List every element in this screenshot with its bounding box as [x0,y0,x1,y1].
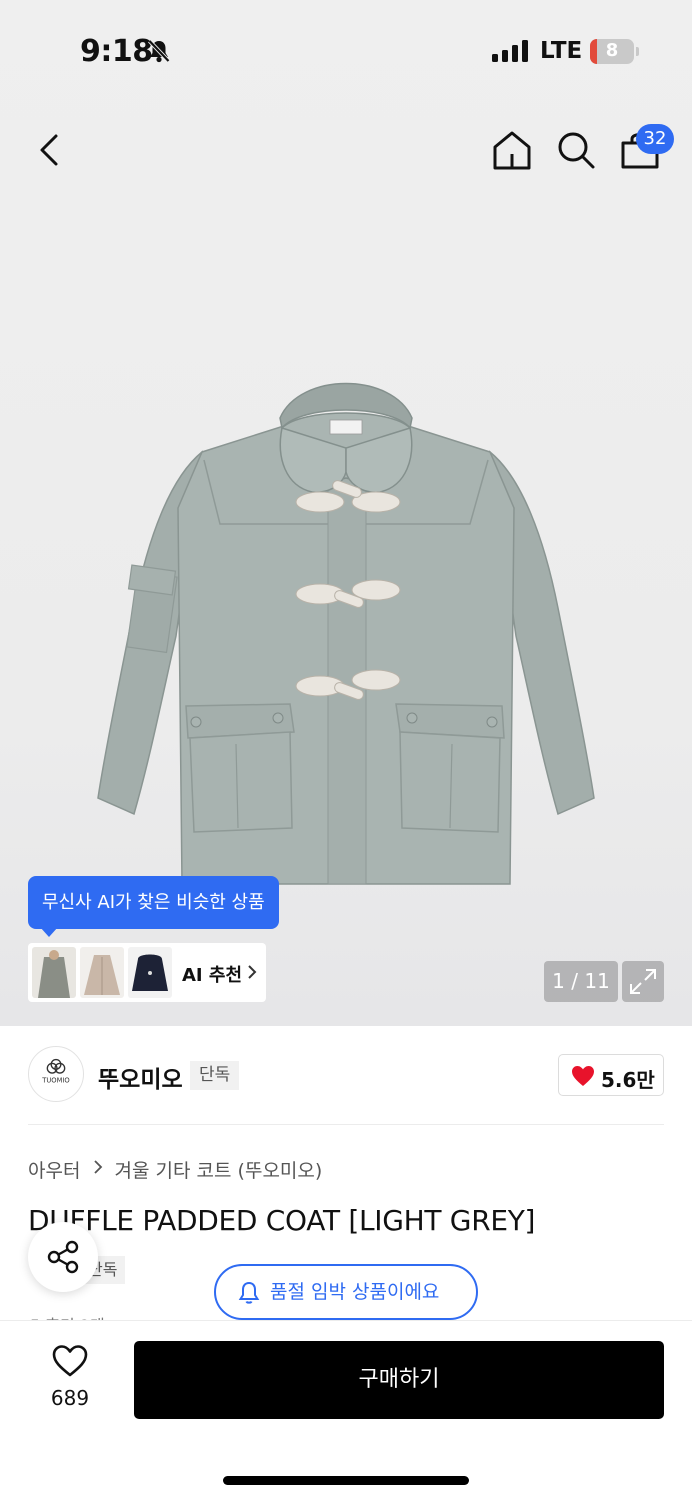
ai-thumb-2[interactable] [80,947,124,998]
share-button[interactable] [28,1222,98,1292]
brand-like-count: 5.6만 [601,1068,655,1092]
signal-bars-icon [492,40,528,62]
bell-slash-icon [148,39,170,63]
coat-illustration [97,382,595,885]
battery-icon: 8 [590,39,634,64]
share-icon [47,1240,79,1274]
gallery-page-indicator: 1 / 11 [544,961,618,1002]
buy-button[interactable]: 구매하기 [134,1341,664,1419]
ai-recommend-strip[interactable]: AI 추천 [28,943,266,1002]
back-chevron-icon[interactable] [32,130,68,170]
ai-similar-tooltip[interactable]: 무신사 AI가 찾은 비슷한 상품 [28,876,279,929]
wishlist-button[interactable]: 689 [40,1344,100,1414]
svg-text:TUOMIO: TUOMIO [41,1077,70,1085]
network-label: LTE [540,38,583,64]
brand-name[interactable]: 뚜오미오 [98,1060,183,1094]
product-title: DUFFLE PADDED COAT [LIGHT GREY] [28,1204,536,1237]
chevron-right-icon [93,1160,102,1174]
search-icon[interactable] [554,128,598,172]
home-indicator [223,1476,469,1485]
brand-like-button[interactable]: 5.6만 [558,1054,664,1096]
battery-level: 8 [605,40,619,61]
breadcrumb-item-category[interactable]: 겨울 기타 코트 (뚜오미오) [115,1156,323,1183]
home-icon[interactable] [490,128,534,172]
exclusive-tag: 단독 [190,1061,240,1090]
brand-row: TUOMIO 뚜오미오 단독 5.6만 [28,1046,664,1104]
tooltip-arrow [40,927,58,937]
bell-outline-icon [238,1281,260,1304]
ai-thumb-3[interactable] [128,947,172,998]
heart-filled-icon [572,1066,594,1086]
status-bar: 9:18 LTE 8 [0,0,692,100]
divider [28,1124,664,1125]
heart-outline-icon [52,1345,88,1377]
ai-recommend-label: AI 추천 [182,965,243,986]
breadcrumb: 아우터 겨울 기타 코트 (뚜오미오) [28,1156,322,1183]
status-time: 9:18 [80,34,153,69]
low-stock-text: 품절 임박 상품이에요 [270,1281,440,1303]
battery-tip [636,47,639,56]
product-image[interactable] [90,368,602,888]
expand-arrows-icon[interactable] [622,961,664,1002]
chevron-right-icon [248,965,257,979]
cart-count-badge[interactable]: 32 [636,124,674,154]
low-stock-alert[interactable]: 품절 임박 상품이에요 [214,1264,478,1320]
ai-thumb-1[interactable] [32,947,76,998]
wishlist-count: 689 [50,1386,90,1410]
brand-logo[interactable]: TUOMIO [28,1046,84,1102]
breadcrumb-item-outer[interactable]: 아우터 [28,1156,80,1183]
